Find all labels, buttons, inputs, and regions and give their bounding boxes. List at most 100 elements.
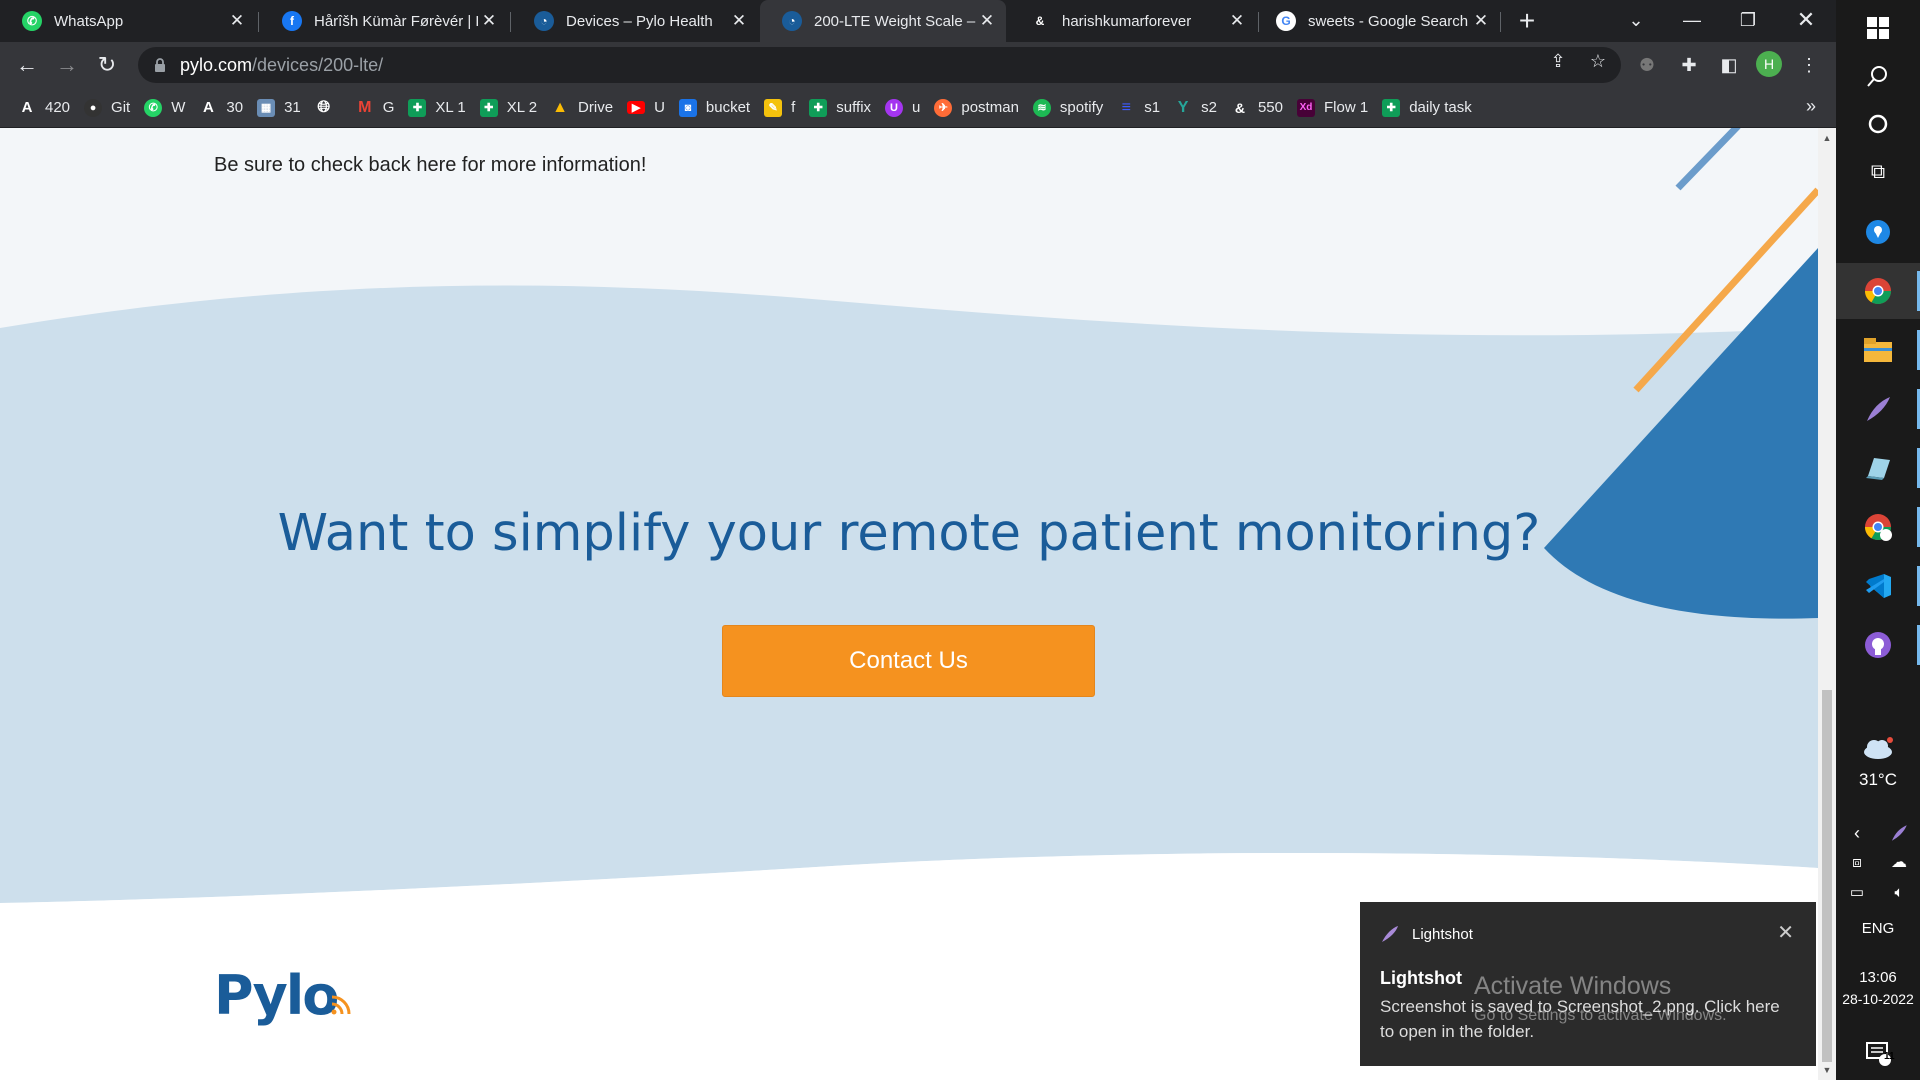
github-desktop-icon[interactable] bbox=[1836, 617, 1920, 673]
tab-separator bbox=[510, 12, 511, 32]
bookmark-item[interactable]: ✈ postman bbox=[934, 98, 1019, 117]
whatsapp-icon: ✆ bbox=[144, 98, 163, 117]
scroll-thumb[interactable] bbox=[1822, 690, 1832, 1062]
bookmark-label: u bbox=[912, 99, 921, 116]
url-host: pylo.com bbox=[180, 54, 253, 75]
scroll-down-arrow-icon[interactable]: ▼ bbox=[1818, 1062, 1836, 1078]
lightshot-tray-icon[interactable] bbox=[1878, 818, 1920, 848]
file-explorer-icon[interactable] bbox=[1836, 322, 1920, 378]
close-tab-icon[interactable]: ✕ bbox=[1226, 10, 1248, 32]
menu-kebab-icon[interactable]: ⋮ bbox=[1796, 52, 1822, 78]
scroll-up-arrow-icon[interactable]: ▲ bbox=[1818, 130, 1836, 146]
close-tab-icon[interactable]: ✕ bbox=[976, 10, 998, 32]
bookmark-item[interactable]: Ys2 bbox=[1174, 99, 1217, 117]
close-tab-icon[interactable]: ✕ bbox=[728, 10, 750, 32]
network-icon[interactable]: ▭ bbox=[1836, 878, 1878, 906]
close-window-button[interactable]: ✕ bbox=[1778, 0, 1834, 40]
udemy-icon: U bbox=[885, 98, 904, 117]
pylo-icon: ◔ bbox=[534, 11, 554, 31]
browser-toolbar: ← → ↻ pylo.com/devices/200-lte/ ⇪ ☆ ⚉ ✚ … bbox=[0, 42, 1836, 88]
bookmark-label: daily task bbox=[1409, 99, 1472, 116]
drive-icon: ▲ bbox=[552, 98, 568, 116]
bookmark-item[interactable]: ✚ XL 1 bbox=[408, 98, 466, 117]
contact-us-button[interactable]: Contact Us bbox=[722, 625, 1095, 697]
tab-title: Devices – Pylo Health bbox=[566, 12, 713, 30]
close-tab-icon[interactable]: ✕ bbox=[226, 10, 248, 32]
weather-cloud-icon[interactable] bbox=[1836, 728, 1920, 768]
address-bar[interactable]: pylo.com/devices/200-lte/ bbox=[138, 47, 1621, 83]
bookmark-item[interactable]: ✚ suffix bbox=[809, 98, 872, 117]
bookmark-item[interactable]: Uu bbox=[885, 98, 921, 117]
minimize-button[interactable]: — bbox=[1664, 0, 1720, 40]
task-view-icon[interactable]: ⧉ bbox=[1836, 144, 1920, 200]
volume-icon[interactable]: 🔈︎ bbox=[1878, 878, 1920, 906]
pylo-logo[interactable]: Pylo bbox=[214, 964, 374, 1035]
vscode-icon[interactable] bbox=[1836, 558, 1920, 614]
meet-now-icon[interactable]: ⧈ bbox=[1836, 848, 1878, 876]
bookmark-label: s1 bbox=[1144, 99, 1161, 116]
bookmark-item[interactable]: ≡ s1 bbox=[1117, 98, 1161, 117]
notification-count-badge: 11 bbox=[1884, 1051, 1895, 1062]
avatar[interactable]: H bbox=[1756, 51, 1782, 77]
s1-icon: ≡ bbox=[1121, 98, 1131, 116]
tab-google-search[interactable]: G sweets - Google Search ✕ bbox=[1254, 0, 1500, 42]
tab-search-chevron-icon[interactable]: ⌄ bbox=[1608, 0, 1664, 40]
close-icon[interactable]: ✕ bbox=[1777, 920, 1794, 945]
forward-button[interactable]: → bbox=[52, 50, 82, 80]
extension-icon[interactable]: ⚉ bbox=[1634, 52, 1660, 78]
page-scrollbar[interactable]: ▲ ▼ bbox=[1818, 128, 1836, 1080]
bookmark-item[interactable]: ≋ spotify bbox=[1032, 98, 1103, 117]
tab-facebook[interactable]: f Hårîšh Kümàr Førèvér | Fa ✕ bbox=[260, 0, 508, 42]
back-button[interactable]: ← bbox=[12, 50, 42, 80]
weather-temperature[interactable]: 31°C bbox=[1836, 770, 1920, 790]
lightshot-feather-icon[interactable] bbox=[1836, 381, 1920, 437]
url-path: /devices/200-lte/ bbox=[252, 54, 384, 75]
globe-icon: 🌐︎ bbox=[317, 98, 331, 116]
chrome-profile-icon[interactable] bbox=[1836, 499, 1920, 555]
maps-pin-icon[interactable] bbox=[1836, 204, 1920, 260]
bookmark-item[interactable]: ✆ W bbox=[144, 98, 185, 117]
bookmark-item[interactable]: ✚ daily task bbox=[1382, 98, 1472, 117]
bookmark-label: suffix bbox=[836, 99, 872, 116]
eraser-app-icon[interactable] bbox=[1836, 440, 1920, 496]
bookmark-item[interactable]: ✚ XL 2 bbox=[479, 98, 537, 117]
language-indicator[interactable]: ENG bbox=[1836, 920, 1920, 937]
tab-200-lte[interactable]: ◔ 200-LTE Weight Scale – P ✕ bbox=[760, 0, 1006, 42]
s2-icon: Y bbox=[1177, 98, 1189, 116]
side-panel-icon[interactable]: ◧ bbox=[1716, 52, 1742, 78]
bookmark-item[interactable]: MG bbox=[356, 99, 395, 117]
close-tab-icon[interactable]: ✕ bbox=[478, 10, 500, 32]
bookmark-item[interactable]: & 550 bbox=[1231, 99, 1283, 117]
bookmark-item[interactable]: ✎ f bbox=[764, 98, 795, 117]
bookmark-item[interactable]: A 30 bbox=[199, 99, 243, 117]
tab-title: harishkumarforever bbox=[1062, 12, 1192, 30]
info-text: Be sure to check back here for more info… bbox=[214, 154, 647, 176]
chrome-icon[interactable] bbox=[1836, 263, 1920, 319]
chevron-up-icon[interactable]: ‹ bbox=[1836, 818, 1878, 848]
bookmark-item[interactable]: ▦ 31 bbox=[257, 98, 301, 117]
tab-devices-pylo[interactable]: ◔ Devices – Pylo Health ✕ bbox=[512, 0, 758, 42]
share-icon[interactable]: ⇪ bbox=[1547, 50, 1569, 72]
close-tab-icon[interactable]: ✕ bbox=[1470, 10, 1492, 32]
bookmarks-overflow-chevron-icon[interactable]: » bbox=[1806, 96, 1816, 117]
bookmark-label: G bbox=[382, 99, 395, 116]
onedrive-icon[interactable]: ☁ bbox=[1878, 848, 1920, 876]
bookmark-item[interactable]: ● Git bbox=[84, 98, 130, 117]
bookmark-item[interactable]: A 420 bbox=[18, 99, 70, 117]
restore-button[interactable]: ❐ bbox=[1720, 0, 1776, 40]
bookmark-item[interactable]: ◙ bucket bbox=[678, 98, 750, 117]
lock-icon[interactable] bbox=[154, 57, 168, 73]
action-center-icon[interactable]: 11 bbox=[1836, 1030, 1920, 1076]
tab-harishkumarforever[interactable]: & harishkumarforever ✕ bbox=[1008, 0, 1256, 42]
puzzle-icon[interactable]: ✚ bbox=[1676, 52, 1702, 78]
bookmark-star-icon[interactable]: ☆ bbox=[1587, 50, 1609, 72]
new-tab-button[interactable]: + bbox=[1512, 5, 1542, 36]
reload-button[interactable]: ↻ bbox=[92, 50, 122, 80]
clock-time[interactable]: 13:06 bbox=[1836, 969, 1920, 986]
bookmark-item[interactable]: ▶ U bbox=[627, 99, 665, 116]
bookmark-item[interactable]: ▲ Drive bbox=[551, 99, 613, 117]
bookmark-item[interactable]: Xd Flow 1 bbox=[1297, 98, 1368, 117]
bookmark-item[interactable]: 🌐︎ bbox=[315, 99, 342, 117]
tab-whatsapp[interactable]: ✆ WhatsApp ✕ bbox=[0, 0, 256, 42]
clock-date[interactable]: 28-10-2022 bbox=[1836, 991, 1920, 1007]
